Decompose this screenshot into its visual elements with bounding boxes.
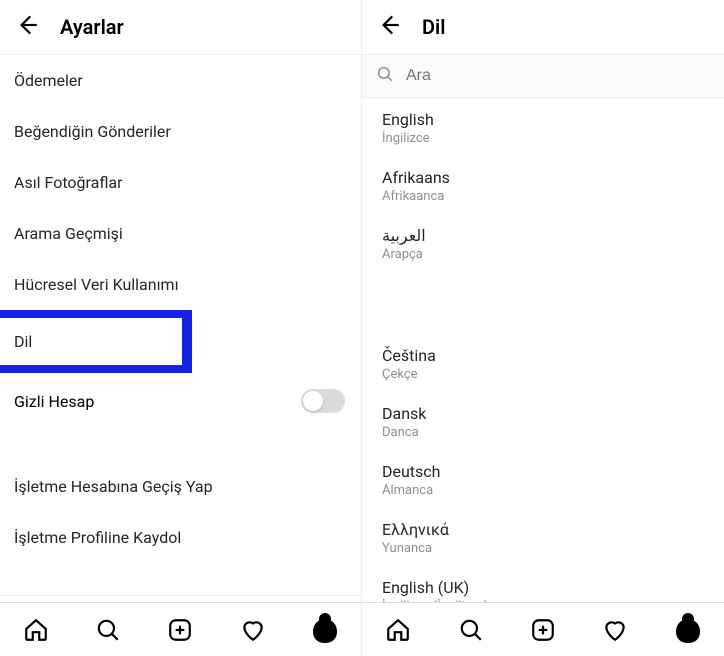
language-primary: Afrikaans (382, 168, 704, 187)
language-primary: Dansk (382, 404, 704, 423)
private-account-toggle[interactable] (301, 389, 345, 413)
private-account-label: Gizli Hesap (14, 392, 94, 411)
language-primary: Čeština (382, 346, 704, 365)
settings-item-private-account[interactable]: Gizli Hesap (0, 373, 361, 429)
settings-item-original-photos[interactable]: Asıl Fotoğraflar (0, 157, 361, 208)
page-title: Dil (422, 15, 445, 39)
language-primary: English (382, 110, 704, 129)
language-item-blank (362, 272, 724, 334)
settings-item-payments[interactable]: Ödemeler (0, 55, 361, 106)
language-item[interactable]: Afrikaans Afrikaanca (362, 156, 724, 214)
nav-add-icon[interactable] (527, 614, 559, 646)
nav-home-icon[interactable] (382, 614, 414, 646)
language-secondary: Danca (382, 425, 704, 440)
language-item[interactable]: Deutsch Almanca (362, 450, 724, 508)
settings-item-language-label: Dil (0, 318, 182, 365)
search-input[interactable] (406, 67, 710, 85)
header: Dil (362, 0, 724, 55)
bottom-nav (362, 602, 724, 656)
settings-item-cellular-data[interactable]: Hücresel Veri Kullanımı (0, 259, 361, 310)
nav-profile-icon[interactable] (672, 614, 704, 646)
settings-item-switch-business[interactable]: İşletme Hesabına Geçiş Yap (0, 461, 361, 512)
language-secondary: Afrikaanca (382, 189, 704, 204)
language-item[interactable]: Dansk Danca (362, 392, 724, 450)
language-secondary: Almanca (382, 483, 704, 498)
language-item[interactable]: English (UK) İngilizce (İngiltere) (362, 566, 724, 602)
language-item[interactable]: English İngilizce (362, 98, 724, 156)
language-secondary: Çekçe (382, 367, 704, 382)
back-arrow-icon[interactable] (376, 12, 402, 42)
header: Ayarlar (0, 0, 361, 55)
nav-activity-icon[interactable] (237, 614, 269, 646)
nav-activity-icon[interactable] (599, 614, 631, 646)
page-title: Ayarlar (60, 15, 124, 39)
spacer (0, 429, 361, 461)
settings-item-search-history[interactable]: Arama Geçmişi (0, 208, 361, 259)
toggle-knob (303, 391, 323, 411)
nav-add-icon[interactable] (164, 614, 196, 646)
language-item[interactable]: العربية Arapça (362, 214, 724, 272)
language-item[interactable]: Ελληνικά Yunanca (362, 508, 724, 566)
settings-item-signup-business-profile[interactable]: İşletme Profiline Kaydol (0, 512, 361, 563)
language-list: English İngilizce Afrikaans Afrikaanca ا… (362, 98, 724, 602)
nav-profile-icon[interactable] (309, 614, 341, 646)
nav-search-icon[interactable] (92, 614, 124, 646)
language-secondary: Yunanca (382, 541, 704, 556)
language-secondary: İngilizce (382, 131, 704, 146)
search-bar[interactable] (362, 55, 724, 98)
language-item[interactable]: Čeština Çekçe (362, 334, 724, 392)
search-icon (376, 65, 394, 87)
language-primary: Ελληνικά (382, 520, 704, 539)
settings-item-liked-posts[interactable]: Beğendiğin Gönderiler (0, 106, 361, 157)
bottom-nav (0, 602, 361, 656)
language-primary: English (UK) (382, 578, 704, 597)
nav-search-icon[interactable] (455, 614, 487, 646)
back-arrow-icon[interactable] (14, 12, 40, 42)
settings-item-language[interactable]: Dil (0, 310, 361, 373)
language-secondary: Arapça (382, 247, 704, 262)
language-screen: Dil English İngilizce Afrikaans Afrikaan… (362, 0, 724, 656)
settings-list: Ödemeler Beğendiğin Gönderiler Asıl Foto… (0, 55, 361, 602)
settings-screen: Ayarlar Ödemeler Beğendiğin Gönderiler A… (0, 0, 362, 656)
language-primary: العربية (382, 226, 704, 245)
settings-item-privacy-security[interactable]: Gizlilik ve Güvenlik (0, 595, 361, 602)
highlight-box: Dil (0, 310, 192, 373)
language-primary: Deutsch (382, 462, 704, 481)
spacer (0, 563, 361, 595)
nav-home-icon[interactable] (20, 614, 52, 646)
